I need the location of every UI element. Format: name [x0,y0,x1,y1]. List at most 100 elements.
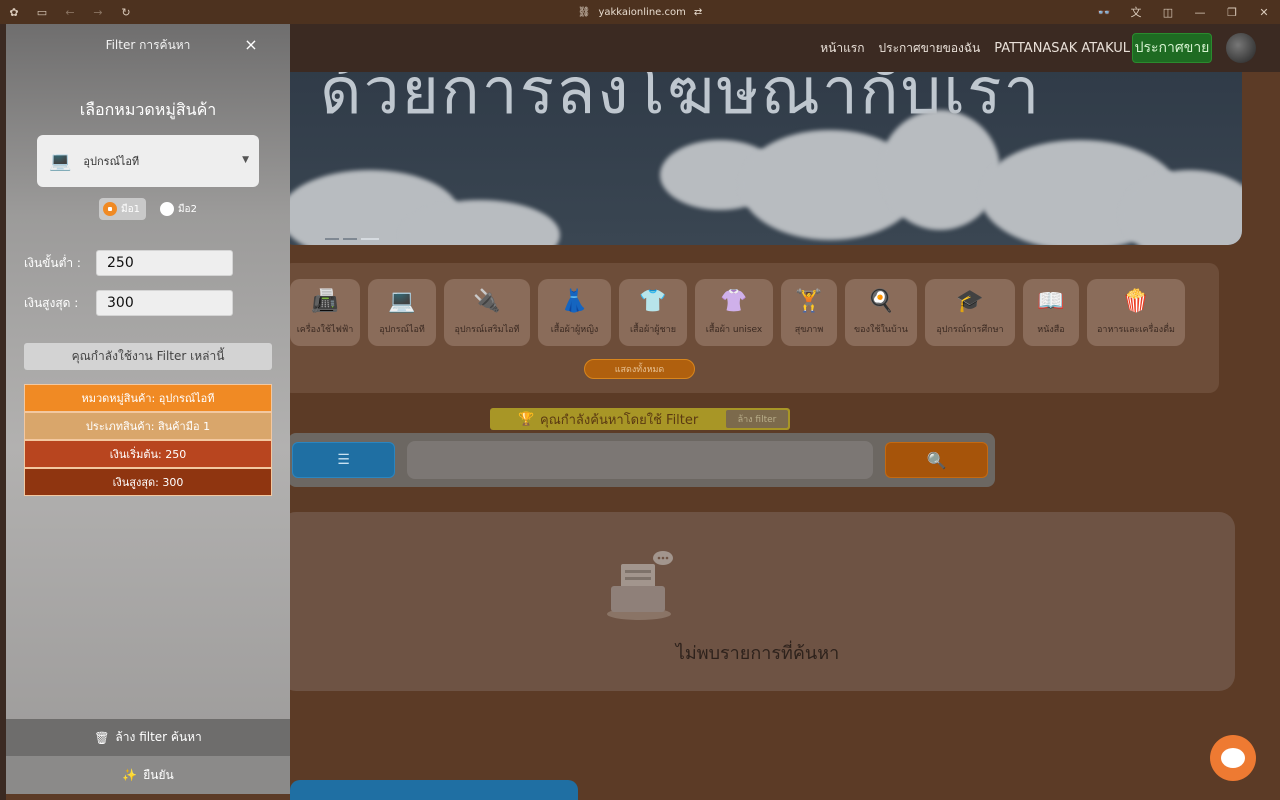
drawer-header: Filter การค้นหา × [6,24,290,66]
results-panel: ไม่พบรายการที่ค้นหา [280,512,1235,691]
minimize-icon[interactable]: — [1184,6,1216,19]
trophy-icon: 🏆 [518,411,535,427]
using-filter-text: คุณกำลังค้นหาโดยใช้ Filter [540,412,699,428]
category-item[interactable]: 🍿 อาหารและเครื่องดื่ม [1087,279,1185,346]
category-label: อุปกรณ์เสริมไอที [454,325,520,335]
nav-home[interactable]: หน้าแรก [820,39,864,58]
hero-banner: ด้วยการลงโฆษณากับเรา [280,50,1242,245]
radio-new-label: มือ1 [121,203,140,215]
search-button[interactable]: 🔍 [885,442,988,478]
category-label: อาหารและเครื่องดื่ม [1097,325,1175,335]
category-section-title: เลือกหมวดหมู่สินค้า [79,100,217,119]
max-price-input[interactable]: 300 [96,290,233,316]
category-item[interactable]: 📠 เครื่องใช้ไฟฟ้า [290,279,360,346]
chat-bubble-icon [1221,748,1245,768]
category-label: สุขภาพ [794,325,824,335]
confirm-button[interactable]: ✨ ยืนยัน [6,756,290,794]
search-icon: 🔍 [926,450,947,470]
top-nav: หน้าแรก ประกาศขายของฉัน PATTANASAK ATAKU… [290,24,1280,72]
clear-filter-label: ล้าง filter ค้นหา [115,730,202,744]
avatar[interactable] [1226,33,1256,63]
empty-inbox-icon [607,551,673,620]
category-icon: 🎓 [956,289,984,314]
category-item[interactable]: 🏋 สุขภาพ [781,279,837,346]
condition-radios: มือ1 มือ2 [99,198,203,220]
category-item[interactable]: 📖 หนังสือ [1023,279,1079,346]
category-item[interactable]: 🔌 อุปกรณ์เสริมไอที [444,279,530,346]
link-icon: ⛓ [577,6,591,18]
clear-filter-tag[interactable]: ล้าง filter [726,410,788,428]
category-icon: 🔌 [473,289,501,314]
category-label: อุปกรณ์การศึกษา [936,325,1004,335]
radio-new[interactable]: มือ1 [99,198,146,220]
maximize-icon[interactable]: ❐ [1216,6,1248,19]
site-settings-icon[interactable]: ⇄ [694,7,702,18]
category-panel: 📠 เครื่องใช้ไฟฟ้า 💻 อุปกรณ์ไอที 🔌 อุปกรณ์เสริ… [282,263,1219,393]
bottom-button-partial[interactable] [290,780,578,800]
category-label: หนังสือ [1037,325,1065,335]
category-item[interactable]: 👕 เสื้อผ้าผู้ชาย [619,279,687,346]
url-text: yakkaionline.com [598,6,686,18]
max-price-row: เงินสูงสุด : 300 [24,290,233,316]
category-select-value: อุปกรณ์ไอที [83,155,140,168]
category-item[interactable]: 👚 เสื้อผ้า unisex [695,279,773,346]
category-label: ของใช้ในบ้าน [854,325,908,335]
show-all-button[interactable]: แสดงทั้งหมด [584,359,695,379]
confirm-label: ยืนยัน [143,767,174,782]
browser-menu-icon[interactable]: ✿ [0,6,28,19]
carousel-dots[interactable] [325,238,379,240]
category-select[interactable]: 💻 อุปกรณ์ไอที ▼ [37,135,259,187]
category-icon: 👗 [560,289,589,314]
category-icon: 📖 [1037,289,1065,314]
category-list: 📠 เครื่องใช้ไฟฟ้า 💻 อุปกรณ์ไอที 🔌 อุปกรณ์เสริ… [290,279,1185,346]
chat-button[interactable] [1210,735,1256,781]
category-label: เสื้อผ้าผู้ชาย [629,325,676,335]
radio-dot [159,202,174,216]
category-label: เสื้อผ้า unisex [705,325,763,335]
nav-my-ads[interactable]: ประกาศขายของฉัน [879,39,981,58]
category-item[interactable]: 🎓 อุปกรณ์การศึกษา [925,279,1015,346]
reload-icon[interactable]: ↻ [112,6,140,19]
category-item[interactable]: 👗 เสื้อผ้าผู้หญิง [538,279,611,346]
sparkle-icon: ✨ [122,768,138,782]
active-filters-title: คุณกำลังใช้งาน Filter เหล่านี้ [24,343,272,370]
search-bar: ☰ 🔍 [288,433,995,487]
sell-button[interactable]: ประกาศขาย [1132,33,1212,63]
trash-icon: 🗑 [94,730,110,745]
min-price-row: เงินขั้นต่ำ : 250 [24,250,233,276]
laptop-icon: 💻 [49,150,72,172]
category-icon: 💻 [388,289,416,314]
close-window-icon[interactable]: ✕ [1248,6,1280,19]
split-view-icon[interactable]: ◫ [1152,6,1184,19]
category-item[interactable]: 💻 อุปกรณ์ไอที [368,279,436,346]
chevron-down-icon: ▼ [242,155,249,165]
close-icon[interactable]: × [242,36,260,54]
max-price-label: เงินสูงสุด : [24,295,79,310]
translate-icon[interactable]: 文 [1120,4,1152,20]
back-icon[interactable]: ← [56,6,84,19]
reader-icon[interactable]: 👓 [1088,6,1120,19]
min-price-input[interactable]: 250 [96,250,233,276]
no-result-text: ไม่พบรายการที่ค้นหา [675,643,840,664]
forward-icon[interactable]: → [84,6,112,19]
sidebar-toggle-icon[interactable]: ▭ [28,6,56,19]
category-icon: 🍳 [867,289,895,314]
browser-toolbar: ✿ ▭ ← → ↻ ⛓ yakkaionline.com ⇄ 👓 文 ◫ — ❐… [0,0,1280,24]
min-price-label: เงินขั้นต่ำ : [24,255,81,270]
category-icon: 🏋 [795,289,823,314]
category-item[interactable]: 🍳 ของใช้ในบ้าน [845,279,917,346]
search-input[interactable] [407,441,873,479]
clear-filter-button[interactable]: 🗑 ล้าง filter ค้นหา [6,719,290,756]
filter-chip: ประเภทสินค้า: สินค้ามือ 1 [24,412,272,440]
category-label: เสื้อผ้าผู้หญิง [550,325,599,335]
filter-chip: เงินสูงสุด: 300 [24,468,272,496]
address-bar[interactable]: ⛓ yakkaionline.com ⇄ [578,7,703,18]
radio-used[interactable]: มือ2 [156,198,203,220]
category-label: เครื่องใช้ไฟฟ้า [296,325,354,335]
category-icon: 👕 [639,289,667,314]
category-icon: 📠 [311,289,339,314]
radio-used-label: มือ2 [177,203,197,215]
active-filter-chips: หมวดหมู่สินค้า: อุปกรณ์ไอที ประเภทสินค้า:… [24,384,272,496]
search-menu-button[interactable]: ☰ [292,442,395,478]
nav-user[interactable]: PATTANASAK ATAKUL [994,41,1130,56]
